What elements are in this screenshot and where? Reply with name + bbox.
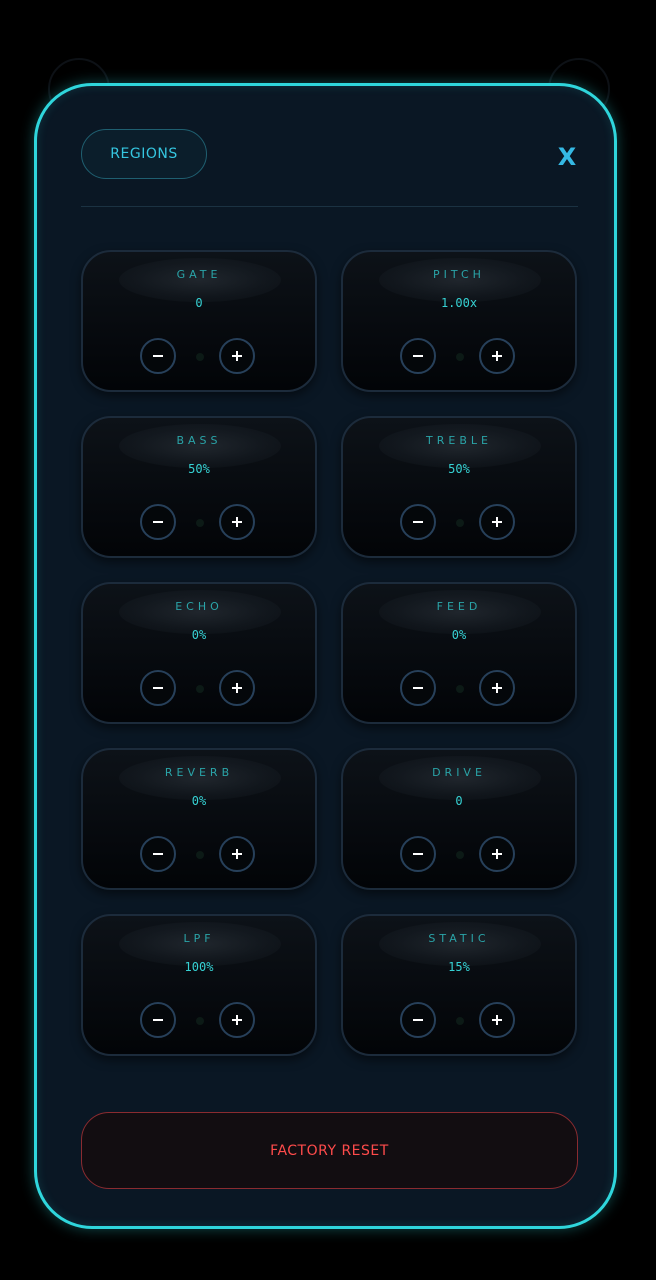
control-card-static: STATIC 15%	[341, 914, 577, 1056]
control-label: TREBLE	[426, 434, 492, 447]
decrement-button[interactable]	[140, 670, 176, 706]
control-label: PITCH	[433, 268, 485, 281]
plus-icon	[232, 517, 242, 527]
minus-icon	[413, 687, 423, 689]
increment-button[interactable]	[219, 338, 255, 374]
increment-button[interactable]	[219, 670, 255, 706]
plus-icon	[232, 683, 242, 693]
decrement-button[interactable]	[400, 504, 436, 540]
control-card-treble: TREBLE 50%	[341, 416, 577, 558]
increment-button[interactable]	[479, 836, 515, 872]
minus-icon	[413, 521, 423, 523]
control-card-drive: DRIVE 0	[341, 748, 577, 890]
increment-button[interactable]	[479, 1002, 515, 1038]
decrement-button[interactable]	[400, 836, 436, 872]
control-card-pitch: PITCH 1.00x	[341, 250, 577, 392]
control-value: 0%	[191, 628, 207, 642]
indicator-dot	[456, 353, 464, 361]
indicator-dot	[456, 1017, 464, 1025]
minus-icon	[153, 1019, 163, 1021]
control-value: 50%	[448, 462, 470, 476]
plus-icon	[492, 683, 502, 693]
plus-icon	[232, 351, 242, 361]
increment-button[interactable]	[219, 504, 255, 540]
decrement-button[interactable]	[400, 338, 436, 374]
control-label: DRIVE	[432, 766, 486, 779]
control-label: FEED	[436, 600, 482, 613]
plus-icon	[492, 351, 502, 361]
indicator-dot	[196, 851, 204, 859]
control-value: 0%	[191, 794, 207, 808]
plus-icon	[232, 1015, 242, 1025]
decrement-button[interactable]	[400, 1002, 436, 1038]
control-card-feed: FEED 0%	[341, 582, 577, 724]
regions-button[interactable]: REGIONS	[81, 129, 207, 179]
indicator-dot	[456, 519, 464, 527]
increment-button[interactable]	[479, 504, 515, 540]
factory-reset-button[interactable]: FACTORY RESET	[81, 1112, 578, 1189]
control-value: 50%	[188, 462, 210, 476]
decrement-button[interactable]	[140, 1002, 176, 1038]
control-card-lpf: LPF 100%	[81, 914, 317, 1056]
control-label: REVERB	[164, 766, 234, 779]
increment-button[interactable]	[479, 338, 515, 374]
control-label: ECHO	[175, 600, 223, 613]
control-value: 15%	[448, 960, 470, 974]
indicator-dot	[196, 685, 204, 693]
minus-icon	[413, 853, 423, 855]
increment-button[interactable]	[219, 1002, 255, 1038]
indicator-dot	[196, 1017, 204, 1025]
minus-icon	[153, 355, 163, 357]
control-card-gate: GATE 0	[81, 250, 317, 392]
control-value: 0%	[451, 628, 467, 642]
indicator-dot	[196, 353, 204, 361]
minus-icon	[413, 1019, 423, 1021]
control-card-reverb: REVERB 0%	[81, 748, 317, 890]
minus-icon	[153, 687, 163, 689]
decrement-button[interactable]	[400, 670, 436, 706]
close-icon[interactable]: X	[552, 142, 582, 172]
increment-button[interactable]	[479, 670, 515, 706]
control-label: BASS	[176, 434, 222, 447]
control-card-echo: ECHO 0%	[81, 582, 317, 724]
control-label: GATE	[176, 268, 222, 281]
control-value: 1.00x	[440, 296, 478, 310]
control-value: 0	[455, 794, 463, 808]
decrement-button[interactable]	[140, 338, 176, 374]
control-value: 100%	[184, 960, 214, 974]
minus-icon	[413, 355, 423, 357]
plus-icon	[492, 1015, 502, 1025]
plus-icon	[232, 849, 242, 859]
header-divider	[81, 206, 578, 207]
increment-button[interactable]	[219, 836, 255, 872]
control-card-bass: BASS 50%	[81, 416, 317, 558]
control-label: LPF	[183, 932, 215, 945]
control-value: 0	[195, 296, 203, 310]
plus-icon	[492, 517, 502, 527]
plus-icon	[492, 849, 502, 859]
indicator-dot	[196, 519, 204, 527]
minus-icon	[153, 853, 163, 855]
settings-panel: REGIONS X GATE 0 PITCH 1.00x BASS 50% TR…	[34, 83, 617, 1229]
control-label: STATIC	[428, 932, 490, 945]
decrement-button[interactable]	[140, 504, 176, 540]
indicator-dot	[456, 851, 464, 859]
minus-icon	[153, 521, 163, 523]
decrement-button[interactable]	[140, 836, 176, 872]
indicator-dot	[456, 685, 464, 693]
